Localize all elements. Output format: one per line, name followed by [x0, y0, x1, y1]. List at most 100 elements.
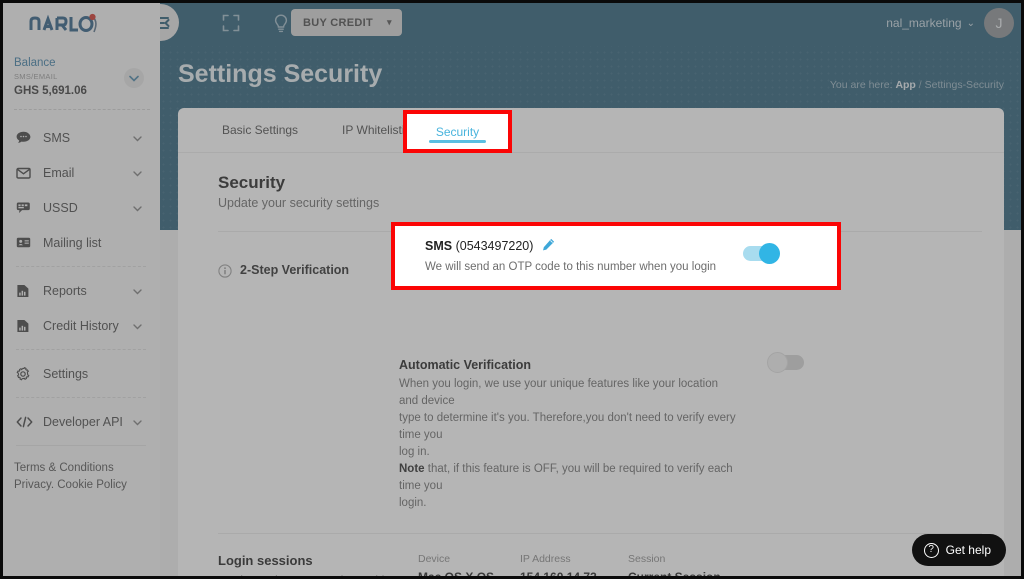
sms-phone-number: (0543497220)	[455, 239, 534, 253]
sidebar-legal: Terms & Conditions Privacy. Cookie Polic…	[14, 460, 160, 494]
avatar[interactable]: J	[984, 8, 1014, 38]
sidebar-item-sms[interactable]: SMS	[0, 120, 160, 155]
automatic-verification-title: Automatic Verification	[399, 356, 1004, 374]
chevron-down-icon: ▾	[387, 17, 392, 27]
info-icon	[218, 264, 232, 278]
contact-card-icon	[16, 237, 36, 248]
breadcrumb-separator: /	[918, 79, 922, 91]
security-section-header: Security Update your security settings	[178, 153, 1004, 210]
auto-desc-line-1: When you login, we use your unique featu…	[399, 378, 718, 390]
code-icon	[16, 416, 36, 428]
automatic-verification-toggle[interactable]	[767, 352, 804, 373]
tab-basic-settings[interactable]: Basic Settings	[200, 108, 320, 152]
user-menu[interactable]: nal_marketing ⌄ J	[886, 8, 1014, 38]
sidebar-item-label: USSD	[43, 200, 78, 215]
topbar: BUY CREDIT ▾ nal_marketing ⌄ J	[142, 0, 1024, 46]
sidebar-item-label: Email	[43, 165, 75, 180]
login-sessions-section: Login sessions Devices where you're logg…	[178, 534, 1004, 579]
chevron-down-icon	[133, 201, 142, 215]
login-sessions-subtitle-line-1: Devices where you're logged in	[218, 574, 391, 579]
buy-credit-label: BUY CREDIT	[303, 16, 374, 29]
breadcrumb-current: Settings-Security	[924, 79, 1004, 91]
user-name: nal_marketing	[886, 16, 962, 30]
envelope-icon	[16, 167, 36, 179]
credit-history-icon	[16, 319, 36, 333]
sidebar-nav: SMS Email USSD Mailing list Reports Cred…	[0, 120, 160, 494]
auto-desc-line-3: type to determine it's you. Therefore,yo…	[399, 412, 736, 424]
auto-desc-line-4: time you	[399, 429, 443, 441]
sidebar-item-email[interactable]: Email	[0, 155, 160, 190]
sidebar-divider	[16, 445, 146, 446]
auto-desc-line-6: that, if this feature is OFF, you will b…	[424, 463, 733, 475]
tab-active-indicator	[429, 140, 486, 143]
sessions-column-session: Session Current Session	[628, 551, 778, 579]
sidebar: Balance SMS/EMAIL GHS 5,691.06 SMS Email…	[0, 0, 160, 579]
sidebar-item-settings[interactable]: Settings	[0, 356, 160, 391]
column-header-ip-address: IP Address	[520, 553, 571, 565]
section-subtitle: Update your security settings	[218, 196, 380, 210]
highlight-sms-verification[interactable]: SMS (0543497220) We will send an OTP cod…	[391, 222, 841, 290]
sidebar-item-reports[interactable]: Reports	[0, 273, 160, 308]
sidebar-item-ussd[interactable]: USSD	[0, 190, 160, 225]
balance-chevron-down-icon[interactable]	[124, 68, 144, 88]
auto-note-label: Note	[399, 463, 425, 475]
sidebar-item-label: Reports	[43, 283, 87, 298]
breadcrumb-app-link[interactable]: App	[895, 79, 915, 91]
chevron-down-icon	[133, 131, 142, 145]
login-sessions-title: Login sessions	[218, 553, 313, 568]
fullscreen-icon[interactable]	[220, 12, 242, 34]
gear-icon	[16, 366, 36, 381]
sidebar-item-mailing-list[interactable]: Mailing list	[0, 225, 160, 260]
sidebar-divider	[16, 349, 146, 350]
section-title: Security	[218, 173, 286, 192]
sidebar-item-credit-history[interactable]: Credit History	[0, 308, 160, 343]
chevron-down-icon: ⌄	[966, 17, 975, 29]
balance-card[interactable]: Balance SMS/EMAIL GHS 5,691.06	[14, 52, 150, 110]
sidebar-divider	[16, 266, 146, 267]
automatic-verification-row: Automatic Verification When you login, w…	[399, 310, 1004, 523]
report-icon	[16, 284, 36, 298]
two-step-options: SMS (0543497220) We will send an OTP cod…	[393, 250, 1004, 523]
sessions-column-device: Device Mac OS X OS - Chrome	[418, 551, 520, 579]
app-screen: Balance SMS/EMAIL GHS 5,691.06 SMS Email…	[0, 0, 1024, 579]
automatic-verification-description: When you login, we use your unique featu…	[399, 376, 1004, 512]
ussd-icon	[16, 201, 36, 214]
sidebar-item-label: Settings	[43, 366, 89, 381]
highlight-security-tab[interactable]: Security	[403, 110, 512, 153]
automatic-verification-label: Automatic Verification	[399, 358, 531, 372]
column-header-session: Session	[628, 553, 666, 565]
get-help-button[interactable]: ? Get help	[911, 534, 1006, 566]
sms-label: SMS	[425, 239, 453, 253]
breadcrumb: You are here: App / Settings-Security	[830, 79, 1004, 91]
session-device-value: Mac OS X OS - Chrome	[418, 570, 502, 579]
chat-icon	[16, 131, 36, 144]
auto-desc-line-7: time you	[399, 480, 443, 492]
session-ip-value: 154.160.14.73	[520, 570, 597, 579]
login-sessions-subtitle: Devices where you're logged in on	[218, 571, 404, 579]
terms-conditions-link[interactable]: Terms & Conditions	[14, 460, 160, 477]
buy-credit-button[interactable]: BUY CREDIT ▾	[291, 9, 402, 36]
lightbulb-icon[interactable]	[270, 12, 292, 34]
login-sessions-info: Login sessions Devices where you're logg…	[218, 551, 418, 579]
sidebar-item-developer-api[interactable]: Developer API	[0, 404, 160, 439]
breadcrumb-prefix: You are here:	[829, 79, 893, 91]
column-header-device: Device	[418, 553, 451, 565]
sidebar-item-label: Developer API	[43, 414, 123, 429]
chevron-down-icon	[133, 284, 142, 298]
question-circle-icon: ?	[923, 542, 939, 558]
nalo-logo[interactable]	[0, 0, 160, 46]
two-step-label-group: 2-Step Verification	[218, 250, 393, 523]
chevron-down-icon	[133, 166, 142, 180]
settings-card: Basic Settings IP Whitelisting Security …	[178, 108, 1004, 579]
sidebar-divider	[16, 397, 146, 398]
sms-verification-toggle[interactable]	[743, 243, 780, 264]
pencil-icon[interactable]	[542, 238, 555, 256]
chevron-down-icon	[133, 415, 142, 429]
auto-desc-line-5: log in.	[399, 446, 430, 458]
privacy-cookie-policy-link[interactable]: Privacy. Cookie Policy	[14, 477, 160, 494]
sessions-column-ip: IP Address 154.160.14.73	[520, 551, 628, 579]
chevron-down-icon	[133, 319, 142, 333]
tab-security-label: Security	[435, 124, 480, 139]
session-status-value: Current Session	[628, 570, 721, 579]
sidebar-item-label: Mailing list	[43, 235, 102, 250]
